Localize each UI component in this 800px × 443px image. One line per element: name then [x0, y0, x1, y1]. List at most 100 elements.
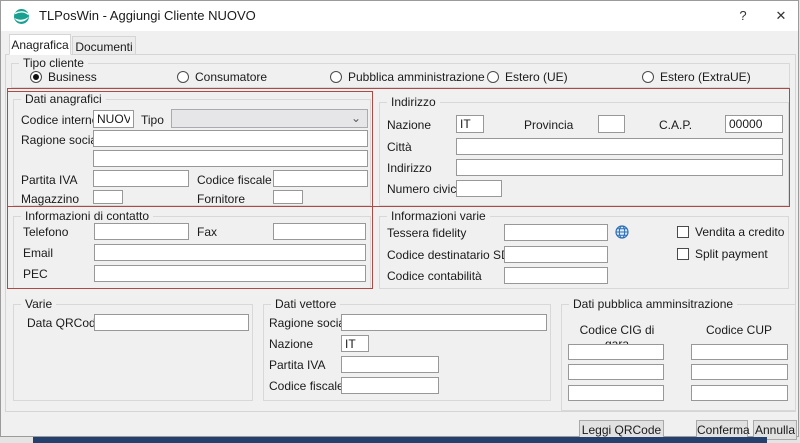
codice-sdi-label: Codice destinatario SDI: [387, 248, 513, 262]
radio-estero-extraue-circle: [642, 71, 654, 83]
tab-anagrafica[interactable]: Anagrafica: [9, 34, 71, 55]
group-dati-vettore-title: Dati vettore: [271, 297, 340, 311]
tessera-fidelity-label: Tessera fidelity: [387, 226, 466, 240]
radio-pubblica-amministrazione-circle: [330, 71, 342, 83]
vettore-partita-iva-input[interactable]: [341, 356, 439, 373]
codice-interno-label: Codice interno: [21, 113, 98, 127]
cup-input-1[interactable]: [691, 344, 788, 360]
radio-consumatore-label: Consumatore: [195, 70, 267, 84]
ragione-sociale-input-2[interactable]: [93, 150, 368, 167]
data-qrcode-label: Data QRCode: [27, 316, 102, 330]
help-button[interactable]: ?: [731, 4, 755, 28]
magazzino-input[interactable]: [93, 190, 123, 204]
window-title: TLPosWin - Aggiungi Cliente NUOVO: [39, 8, 256, 23]
provincia-label: Provincia: [524, 118, 573, 132]
fax-label: Fax: [197, 225, 217, 239]
group-dati-anagrafici-title: Dati anagrafici: [21, 92, 106, 106]
chevron-down-icon: ⌄: [351, 110, 361, 127]
codice-contabilita-label: Codice contabilità: [387, 269, 482, 283]
cig-input-1[interactable]: [568, 344, 664, 360]
vettore-codice-fiscale-input[interactable]: [341, 377, 439, 394]
indirizzo-label: Indirizzo: [387, 161, 432, 175]
fax-input[interactable]: [273, 223, 366, 240]
radio-estero-ue[interactable]: Estero (UE): [487, 70, 597, 84]
indirizzo-input[interactable]: [456, 159, 783, 176]
group-tipo-cliente: Tipo cliente Business Consumatore Pubbli…: [11, 63, 790, 88]
cig-input-3[interactable]: [568, 385, 664, 401]
pec-label: PEC: [23, 267, 48, 281]
checkbox-split-payment-label: Split payment: [695, 247, 768, 261]
checkbox-vendita-credito-box: [677, 226, 689, 238]
codice-interno-input[interactable]: [93, 110, 134, 128]
vettore-nazione-label: Nazione: [269, 337, 313, 351]
checkbox-vendita-credito[interactable]: Vendita a credito: [677, 225, 787, 239]
codice-fiscale-label: Codice fiscale: [197, 173, 272, 187]
codice-contabilita-input[interactable]: [504, 267, 608, 284]
cap-input[interactable]: [725, 115, 783, 133]
radio-estero-extraue[interactable]: Estero (ExtraUE): [642, 70, 772, 84]
radio-estero-ue-label: Estero (UE): [505, 70, 568, 84]
radio-business-label: Business: [48, 70, 97, 84]
tipo-label: Tipo: [141, 113, 164, 127]
tab-documenti[interactable]: Documenti: [72, 36, 136, 55]
tab-documenti-label: Documenti: [75, 40, 132, 54]
numero-civico-input[interactable]: [456, 180, 502, 197]
globe-icon[interactable]: [615, 225, 629, 239]
radio-consumatore[interactable]: Consumatore: [177, 70, 307, 84]
radio-business-circle: [30, 71, 42, 83]
checkbox-split-payment[interactable]: Split payment: [677, 247, 787, 261]
radio-estero-ue-circle: [487, 71, 499, 83]
fornitore-input[interactable]: [273, 190, 303, 204]
group-informazioni-varie-title: Informazioni varie: [387, 209, 490, 223]
nazione-input[interactable]: [456, 115, 484, 133]
citta-input[interactable]: [456, 138, 783, 155]
taskbar-strip: [33, 437, 767, 443]
tab-anagrafica-label: Anagrafica: [11, 38, 68, 52]
tessera-fidelity-input[interactable]: [504, 224, 608, 241]
codice-sdi-input[interactable]: [504, 246, 608, 263]
fornitore-label: Fornitore: [197, 192, 245, 206]
partita-iva-label: Partita IVA: [21, 173, 77, 187]
close-button[interactable]: ✕: [769, 4, 793, 28]
group-indirizzo-title: Indirizzo: [387, 95, 440, 109]
cup-input-2[interactable]: [691, 364, 788, 380]
cup-input-3[interactable]: [691, 385, 788, 401]
ragione-sociale-input[interactable]: [93, 130, 368, 147]
group-varie-title: Varie: [21, 297, 56, 311]
radio-business[interactable]: Business: [30, 70, 160, 84]
telefono-input[interactable]: [94, 223, 189, 240]
checkbox-vendita-credito-label: Vendita a credito: [695, 225, 784, 239]
numero-civico-label: Numero civico: [387, 182, 463, 196]
screen: TLPosWin - Aggiungi Cliente NUOVO ? ✕ An…: [0, 0, 800, 443]
checkbox-split-payment-box: [677, 248, 689, 260]
cig-input-2[interactable]: [568, 364, 664, 380]
pec-input[interactable]: [94, 265, 366, 282]
vettore-partita-iva-label: Partita IVA: [269, 358, 325, 372]
nazione-label: Nazione: [387, 118, 431, 132]
provincia-input[interactable]: [598, 115, 625, 133]
vettore-nazione-input[interactable]: [341, 335, 369, 352]
data-qrcode-input[interactable]: [94, 314, 249, 331]
vettore-ragione-sociale-input[interactable]: [341, 314, 547, 331]
vettore-codice-fiscale-label: Codice fiscale: [269, 379, 344, 393]
group-tipo-cliente-title: Tipo cliente: [19, 56, 88, 70]
partita-iva-input[interactable]: [93, 170, 189, 187]
codice-fiscale-input[interactable]: [273, 170, 368, 187]
radio-consumatore-circle: [177, 71, 189, 83]
citta-label: Città: [387, 140, 412, 154]
cup-column-header: Codice CUP: [689, 323, 789, 337]
group-dati-pa-title: Dati pubblica amminsitrazione: [569, 297, 737, 311]
email-input[interactable]: [94, 244, 366, 261]
magazzino-label: Magazzino: [21, 192, 79, 206]
group-informazioni-contatto-title: Informazioni di contatto: [21, 209, 153, 223]
radio-estero-extraue-label: Estero (ExtraUE): [660, 70, 751, 84]
app-logo-icon: [12, 7, 31, 26]
radio-pubblica-amministrazione-label: Pubblica amministrazione: [348, 70, 485, 84]
cap-label: C.A.P.: [659, 118, 692, 132]
dialog-aggiungi-cliente: TLPosWin - Aggiungi Cliente NUOVO ? ✕ An…: [0, 0, 799, 437]
title-bar: TLPosWin - Aggiungi Cliente NUOVO ? ✕: [1, 1, 798, 31]
tipo-dropdown[interactable]: ⌄: [171, 109, 368, 128]
radio-pubblica-amministrazione[interactable]: Pubblica amministrazione: [330, 70, 500, 84]
email-label: Email: [23, 246, 53, 260]
telefono-label: Telefono: [23, 225, 68, 239]
